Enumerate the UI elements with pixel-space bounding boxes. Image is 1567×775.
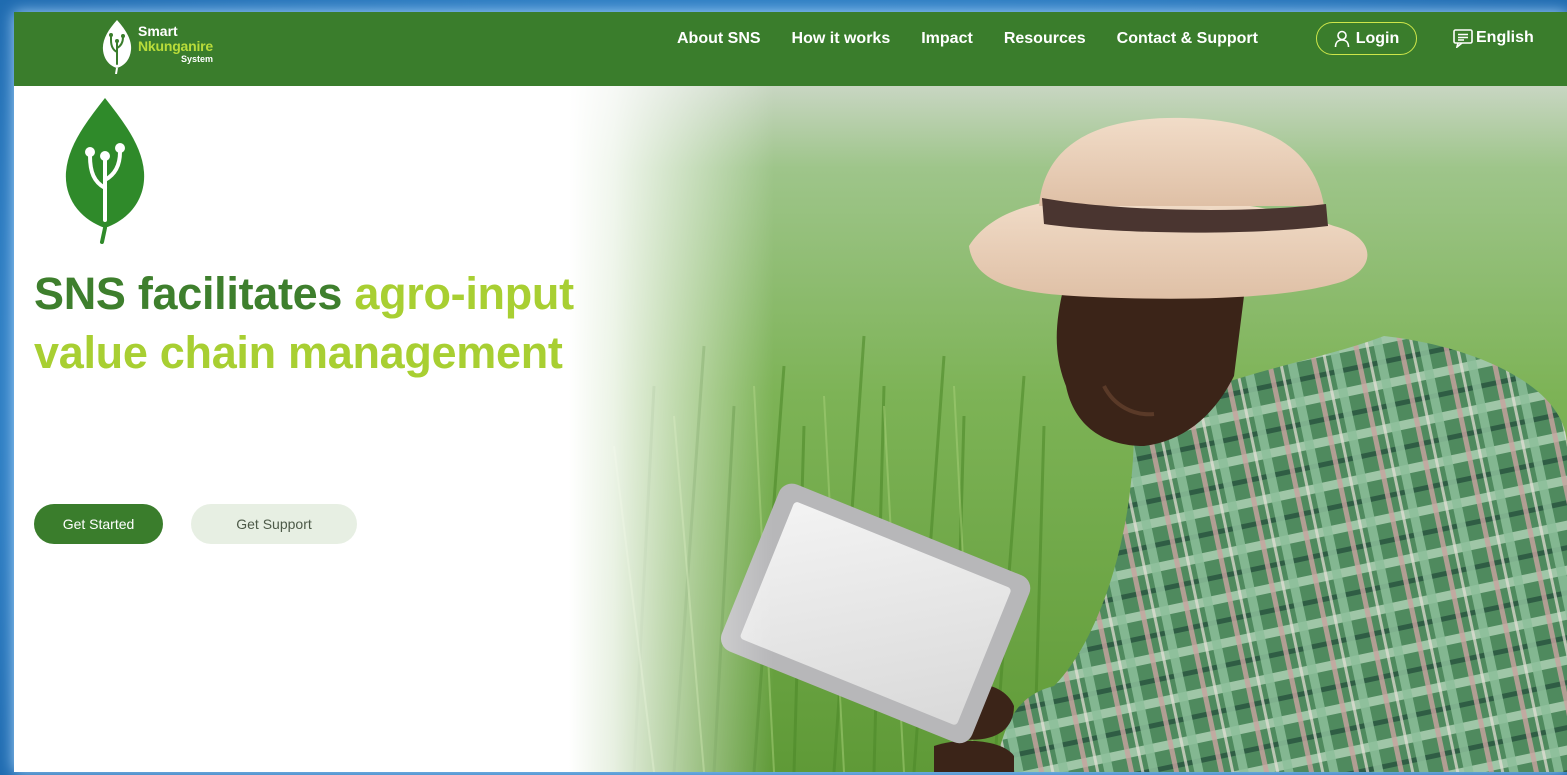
brand-text: Smart Nkunganire System bbox=[138, 24, 213, 65]
user-icon bbox=[1334, 30, 1350, 47]
login-label: Login bbox=[1355, 29, 1400, 47]
main-nav: About SNS How it works Impact Resources … bbox=[677, 12, 1289, 66]
leaf-logo-icon bbox=[65, 98, 145, 244]
hero-fade-overlay bbox=[14, 86, 1567, 772]
nav-link-contact-support[interactable]: Contact & Support bbox=[1117, 30, 1258, 48]
leaf-logo-icon bbox=[102, 20, 132, 74]
language-icon bbox=[1453, 29, 1473, 48]
nav-link-about-sns[interactable]: About SNS bbox=[677, 30, 761, 48]
hero-headline: SNS facilitates agro-input value chain m… bbox=[34, 264, 574, 382]
top-navbar: Smart Nkunganire System About SNS How it… bbox=[14, 12, 1567, 86]
get-started-button[interactable]: Get Started bbox=[34, 504, 163, 544]
nav-link-resources[interactable]: Resources bbox=[1004, 30, 1086, 48]
language-selector[interactable]: English bbox=[1452, 28, 1534, 48]
login-button[interactable]: Login bbox=[1316, 22, 1417, 55]
hero-section: SNS facilitates agro-input value chain m… bbox=[14, 86, 1567, 772]
get-support-button[interactable]: Get Support bbox=[191, 504, 357, 544]
brand-logo[interactable]: Smart Nkunganire System bbox=[100, 18, 250, 74]
brand-name-system: System bbox=[180, 54, 214, 64]
web-page: Smart Nkunganire System About SNS How it… bbox=[14, 12, 1567, 772]
nav-link-how-it-works[interactable]: How it works bbox=[792, 30, 891, 48]
headline-dark-part: SNS facilitates bbox=[34, 268, 355, 319]
nav-link-impact[interactable]: Impact bbox=[921, 30, 973, 48]
brand-name-nkunganire: Nkunganire bbox=[138, 38, 214, 54]
brand-name-smart: Smart bbox=[138, 23, 178, 39]
language-label: English bbox=[1476, 29, 1534, 46]
